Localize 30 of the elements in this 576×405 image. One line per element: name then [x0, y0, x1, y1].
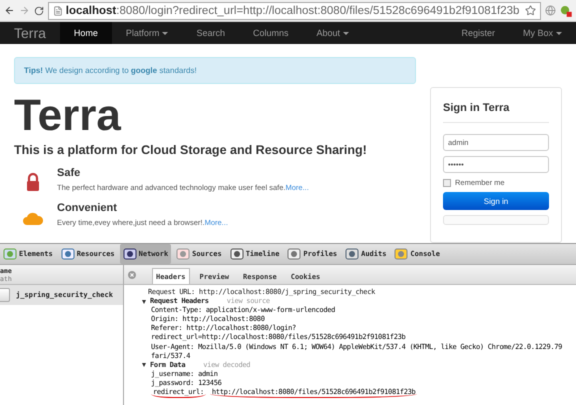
nav-link[interactable]: Platform — [112, 22, 182, 44]
sign-in-title: Sign in Terra — [443, 102, 549, 123]
hero-subtitle: This is a platform for Cloud Storage and Resource Sharing! — [14, 143, 368, 157]
address-bar[interactable]: localhost:8080/login?redirect_url=http://localhost:8080/files/51528c696491b2f91081f23b — [48, 2, 542, 20]
nav-link[interactable]: Columns — [238, 22, 302, 44]
disclosure-triangle-icon[interactable] — [142, 363, 146, 368]
hero-title: Terra — [14, 91, 122, 141]
caret-icon — [343, 32, 350, 34]
sign-in-button[interactable]: Sign in — [443, 192, 549, 210]
remember-checkbox[interactable] — [443, 178, 451, 186]
caret-icon — [162, 32, 168, 34]
reload-icon[interactable] — [34, 4, 44, 16]
page-icon — [52, 6, 63, 16]
feature-title: Convenient — [57, 202, 118, 214]
nav-link[interactable]: Home — [60, 22, 112, 44]
back-icon[interactable] — [4, 4, 15, 17]
caret-icon — [556, 32, 562, 34]
extension-icon[interactable] — [560, 4, 572, 18]
nav-link[interactable]: About — [302, 22, 364, 44]
disclosure-triangle-icon[interactable] — [142, 300, 146, 304]
close-icon[interactable] — [128, 270, 136, 278]
nav-link[interactable]: My Box — [508, 22, 576, 44]
nav-link[interactable]: Register — [447, 22, 509, 44]
star-icon[interactable] — [525, 5, 536, 16]
nav-link[interactable]: Search — [182, 22, 239, 44]
tips-alert: Tips! We design according to google standards! — [14, 57, 416, 84]
file-icon — [0, 288, 10, 302]
globe-icon[interactable] — [545, 4, 556, 17]
brand-name[interactable]: Terra — [14, 22, 46, 44]
feature-title: Safe — [57, 167, 82, 179]
